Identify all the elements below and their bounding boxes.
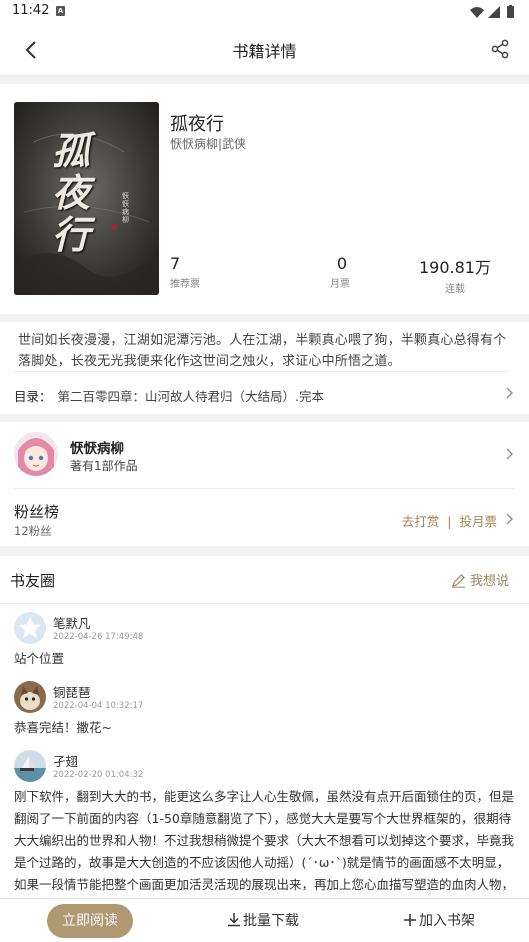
plus-icon [404, 914, 416, 926]
chevron-right-icon[interactable] [505, 512, 515, 526]
system-status-icons [470, 5, 514, 18]
book-circle-header: 书友圈 我想说 [0, 556, 529, 604]
comment-content: 恭喜完结！撒花~ [14, 720, 112, 735]
star-avatar-icon [14, 612, 46, 644]
add-to-shelf-label: 加入书架 [419, 913, 475, 929]
user-avatar[interactable] [14, 681, 46, 713]
author-name: 恹恹病柳 [70, 441, 124, 457]
read-now-button[interactable]: 立即阅读 [47, 904, 133, 938]
cat-avatar-icon [14, 681, 46, 713]
cover-author: 恹恹病柳 [122, 192, 129, 224]
add-to-shelf-button[interactable]: 加入书架 [403, 910, 475, 930]
top-nav-bar: 书籍详情 [0, 24, 529, 76]
book-title: 孤夜行 [170, 114, 224, 135]
chevron-right-icon [506, 387, 513, 399]
download-icon [228, 913, 240, 927]
stat-label: 月票 [330, 279, 350, 290]
post-comment-button[interactable]: 我想说 [451, 570, 509, 589]
comment-username: 笔默凡 [53, 616, 91, 631]
comment-date: 2022-04-04 10:32:17 [53, 701, 144, 711]
seascape-avatar-icon [14, 750, 46, 782]
author-avatar[interactable] [14, 432, 58, 476]
book-circle-section: 书友圈 我想说 笔默凡 2022-04-26 17:49:48 站个位置 铜琵琶… [0, 556, 529, 900]
comment-date: 2022-02-20 01:04:32 [53, 770, 144, 780]
tip-button[interactable]: 去打赏 [402, 514, 440, 529]
stat-value: 7 [170, 254, 181, 273]
share-icon[interactable] [489, 38, 511, 60]
user-avatar[interactable] [14, 750, 46, 782]
book-cover[interactable]: 孤夜行 恹恹病柳 [14, 102, 159, 295]
monthly-vote-button[interactable]: 投月票 [459, 514, 497, 529]
author-card: 恹恹病柳 著有1部作品 粉丝榜 12粉丝 去打赏 | 投月票 [0, 422, 529, 546]
comment-username: 孑翅 [53, 754, 79, 769]
book-author-genre: 恹恹病柳|武侠 [170, 137, 247, 151]
comment-date: 2022-04-26 17:49:48 [53, 632, 144, 642]
edit-pencil-icon [451, 574, 465, 588]
stat-word-count: 190.81万 连载 [419, 254, 491, 295]
status-time: 11:42 [12, 3, 50, 18]
author-works-count: 著有1部作品 [70, 459, 138, 473]
divider [14, 488, 515, 489]
book-description[interactable]: 世间如长夜漫漫，江湖如泥潭污池。人在江湖，半颗真心喂了狗，半颗真心总得有个落脚处… [18, 330, 513, 372]
stat-value: 0 [336, 254, 348, 273]
stat-label: 连载 [445, 284, 465, 295]
stat-recommend-votes: 7 推荐票 [170, 254, 200, 290]
fan-actions: 去打赏 | 投月票 [402, 511, 497, 530]
bottom-action-bar: 立即阅读 批量下载 加入书架 [0, 898, 529, 942]
book-intro-card: 世间如长夜漫漫，江湖如泥潭污池。人在江湖，半颗真心喂了狗，半颗真心总得有个落脚处… [0, 322, 529, 414]
comment-username: 铜琵琶 [53, 685, 91, 700]
notification-app-icon: A [56, 6, 65, 16]
comment-content: 刚下软件，翻到大大的书，能更这么多字让人心生敬佩，虽然没有点开后面锁住的页，但是… [14, 789, 515, 900]
user-avatar[interactable] [14, 612, 46, 644]
stat-label: 推荐票 [170, 279, 200, 290]
chevron-right-icon[interactable] [505, 447, 515, 461]
separator: | [447, 514, 452, 529]
book-circle-title: 书友圈 [10, 572, 56, 590]
book-info-card: 孤夜行 恹恹病柳 孤夜行 恹恹病柳|武侠 7 推荐票 0 月票 190.81万 … [0, 84, 529, 314]
stat-monthly-votes: 0 月票 [330, 254, 350, 290]
status-bar: 11:42 A [0, 0, 529, 24]
toc-latest-chapter: 第二百零四章：山河故人待君归（大结局）.完本 [57, 389, 324, 404]
post-comment-label: 我想说 [469, 574, 509, 589]
anime-avatar-icon [14, 432, 58, 476]
stat-value: 190.81万 [419, 258, 491, 277]
batch-download-button[interactable]: 批量下载 [227, 910, 299, 930]
toc-label: 目录： [14, 389, 52, 404]
toc-link[interactable]: 目录： 第二百零四章：山河故人待君归（大结局）.完本 [14, 386, 324, 405]
divider [14, 371, 509, 372]
fan-count: 12粉丝 [14, 524, 52, 538]
fan-ranking-title[interactable]: 粉丝榜 [14, 501, 59, 522]
cover-title: 孤夜行 [52, 128, 91, 257]
batch-download-label: 批量下载 [243, 913, 299, 929]
comment-content: 站个位置 [14, 651, 65, 666]
page-title: 书籍详情 [232, 42, 297, 61]
